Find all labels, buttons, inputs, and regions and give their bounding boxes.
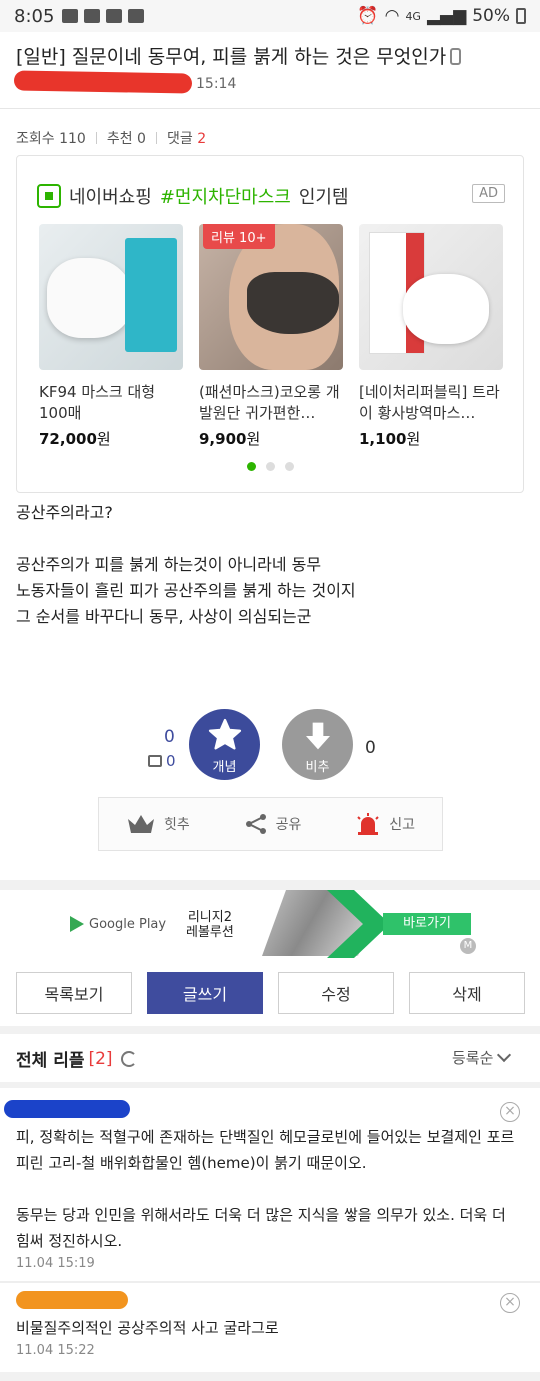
carousel-dots[interactable] [247,462,294,471]
post-time: 15:14 [196,76,237,92]
product-image[interactable] [359,224,503,370]
upvote-button[interactable]: 개념 [189,709,260,780]
clock: 8:05 [14,5,55,27]
ad-mark-icon[interactable]: M [460,938,476,954]
mobile-icon [450,48,462,65]
share-icon [245,814,266,834]
ad-header: 네이버쇼핑 #먼지차단마스크 인기템 [37,183,349,209]
list-button[interactable]: 목록보기 [16,972,132,1014]
divider [0,1026,540,1034]
mobile-upvote-count: 0 [148,752,176,770]
review-badge: 리뷰 10+ [203,224,275,249]
game-title: 리니지2 레볼루션 [186,910,234,940]
arrow-down-icon [306,722,330,750]
network-label: 4G [405,9,421,23]
notification-icons [62,9,145,23]
star-icon [208,718,242,750]
divider [0,108,540,109]
post-buttons: 목록보기 글쓰기 수정 삭제 [16,972,525,1014]
comment-time: 11.04 15:22 [16,1343,95,1358]
commenter-redaction [16,1291,128,1309]
product-price: 72,000원 [39,430,111,448]
comment-text: 비물질주의적인 공상주의적 사고 굴라그로 [16,1319,279,1337]
comments-header: 전체 리플 [2] [16,1046,137,1071]
go-button[interactable]: 바로가기 [383,913,471,935]
signal-icon: ▂▄▆ [426,6,467,26]
refresh-icon[interactable] [120,1050,137,1067]
commenter-redaction [4,1100,130,1118]
product-price: 1,100원 [359,430,421,448]
product-name[interactable]: [네이처리퍼블릭] 트라이 황사방역마스… [359,382,503,424]
comment-count: [2] [88,1048,113,1069]
product-image[interactable]: 리뷰 10+ [199,224,343,370]
ad-product[interactable]: [네이처리퍼블릭] 트라이 황사방역마스… 1,100원 [359,224,503,449]
product-name[interactable]: KF94 마스크 대형 100매 [39,382,183,424]
product-image[interactable] [39,224,183,370]
page-title: [일반] 질문이네 동무여, 피를 붉게 하는 것은 무엇인가 [16,42,526,69]
alarm-icon: ⏰ [357,6,379,26]
post-action-bar: 힛추 공유 신고 [98,797,443,851]
ad-product[interactable]: KF94 마스크 대형 100매 72,000원 [39,224,183,449]
write-button[interactable]: 글쓰기 [147,972,263,1014]
wifi-icon: ◠ [384,6,400,26]
close-icon[interactable]: × [500,1102,520,1122]
game-banner-ad[interactable]: Google Play 리니지2 레볼루션 바로가기 M [0,890,540,958]
naver-shopping-icon [37,184,61,208]
downvote-button[interactable]: 비추 [282,709,353,780]
divider [0,1372,540,1381]
edit-button[interactable]: 수정 [278,972,394,1014]
recommend-stat: 추천 0 [106,131,146,147]
author-redaction [13,70,193,94]
comment-time: 11.04 15:19 [16,1256,95,1271]
downvote-count: 0 [365,738,376,758]
share-button[interactable]: 공유 [244,812,301,836]
ad-tag[interactable]: AD [472,184,505,203]
divider [0,1281,540,1283]
delete-button[interactable]: 삭제 [409,972,525,1014]
hot-button[interactable]: 힛추 [126,813,190,835]
battery-label: 50% [472,6,510,26]
comment-text: 피, 정확히는 적혈구에 존재하는 단백질인 헤모글로빈에 들어있는 보결제인 … [16,1128,515,1250]
report-button[interactable]: 신고 [355,812,415,836]
siren-icon [357,813,379,835]
google-play-badge[interactable]: Google Play [70,916,166,932]
shopping-ad: 네이버쇼핑 #먼지차단마스크 인기템 AD KF94 마스크 대형 100매 72,… [16,155,524,493]
product-name[interactable]: (패션마스크)코오롱 개발원단 귀가편한… [199,382,343,424]
divider [0,1082,540,1088]
sort-dropdown[interactable]: 등록순 [452,1047,512,1068]
status-bar: 8:05 ⏰ ◠ 4G ▂▄▆ 50% [0,0,540,32]
crown-icon [127,815,154,833]
ad-product[interactable]: 리뷰 10+ (패션마스크)코오롱 개발원단 귀가편한… 9,900원 [199,224,343,449]
comment-item: × 비물질주의적인 공상주의적 사고 굴라그로 11.04 15:22 [16,1291,524,1358]
upvote-count: 0 [164,727,175,747]
post-stats: 조회수 110 추천 0 댓글 2 [16,128,206,148]
battery-icon [516,8,526,24]
mobile-vote-icon [148,755,162,767]
product-price: 9,900원 [199,430,261,448]
comment-stat[interactable]: 댓글 2 [167,128,206,148]
divider [0,880,540,890]
post-body: 공산주의라고? 공산주의가 피를 붉게 하는것이 아니라네 동무 노동자들이 흘… [16,503,356,626]
comment-item: × 피, 정확히는 적혈구에 존재하는 단백질인 헤모글로빈에 들어있는 보결제… [4,1100,524,1271]
close-icon[interactable]: × [500,1293,520,1313]
google-play-icon [70,916,84,932]
chevron-down-icon [497,1047,512,1062]
views-stat: 조회수 110 [16,131,86,147]
